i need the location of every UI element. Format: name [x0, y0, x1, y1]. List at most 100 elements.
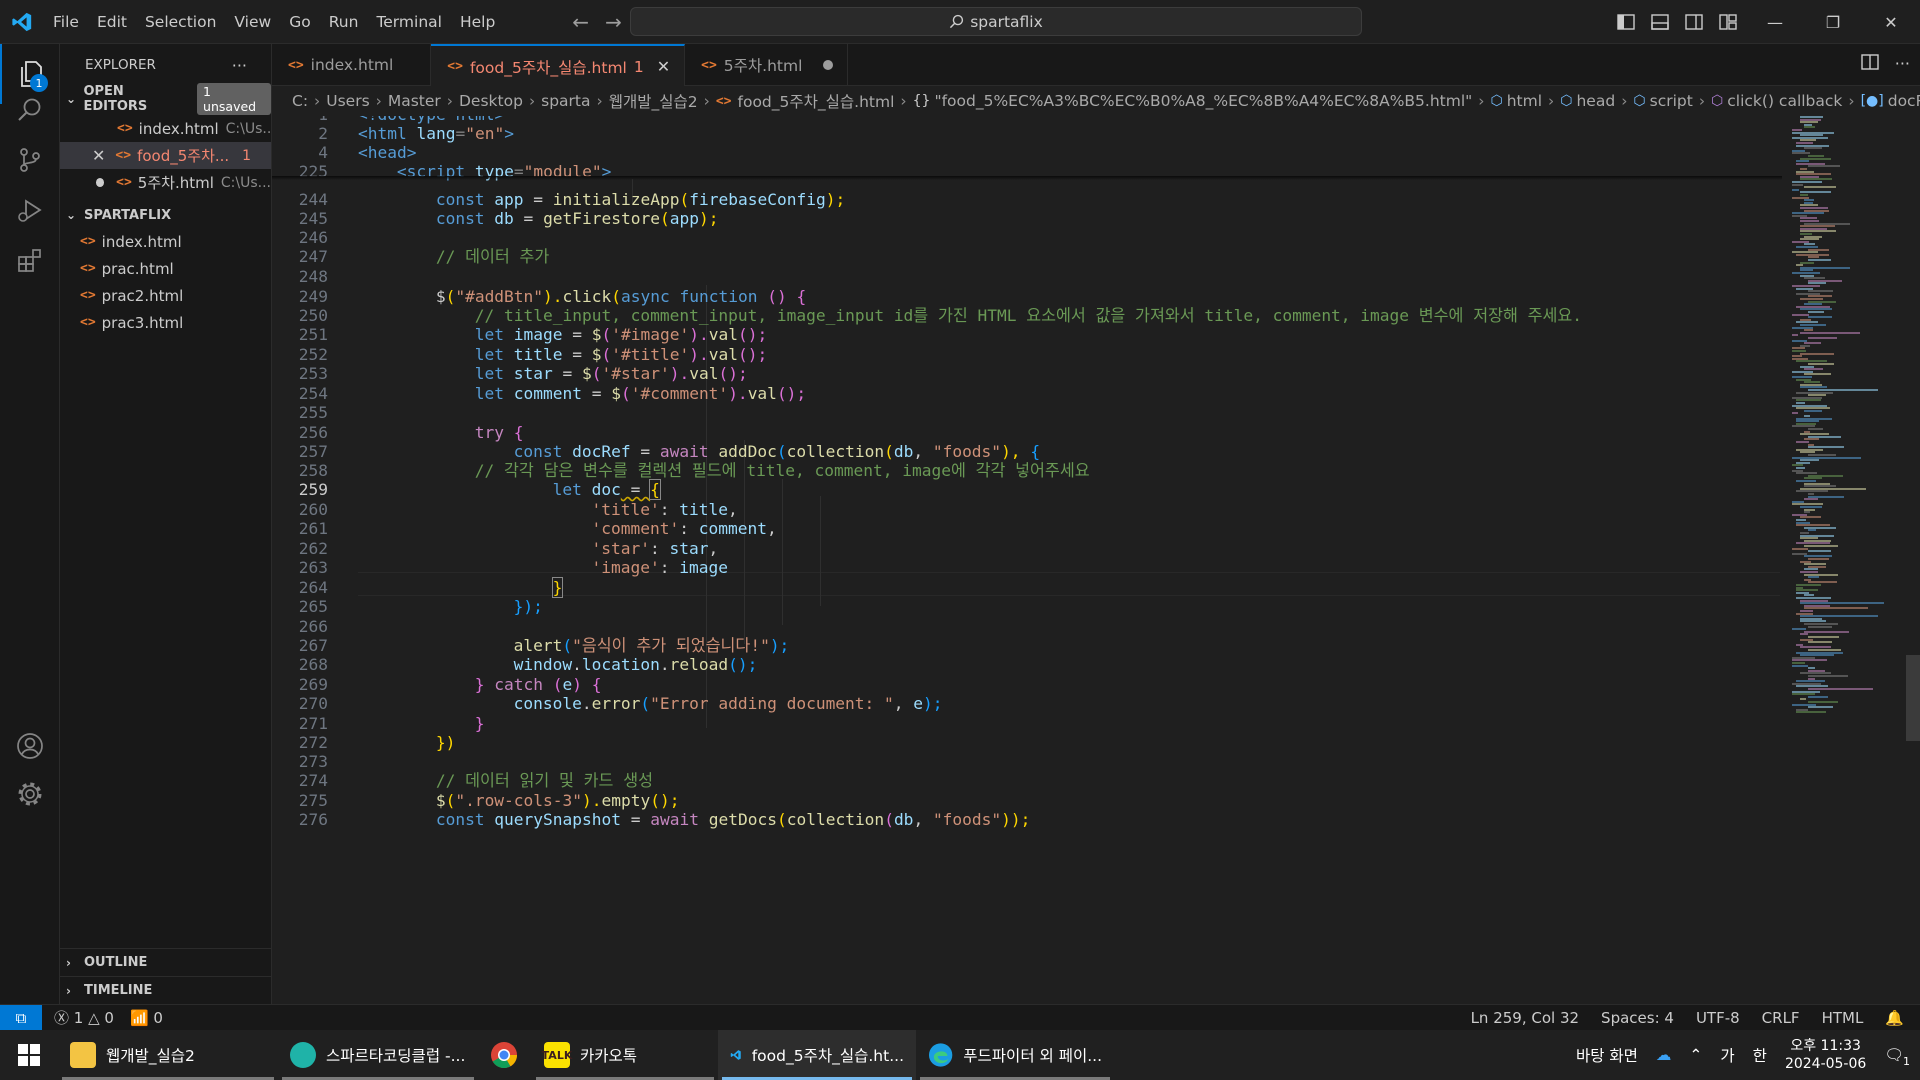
problems-status[interactable]: Ⓧ 1 △ 0: [54, 1007, 114, 1028]
ime-mode[interactable]: 가: [1720, 1044, 1734, 1066]
crumb-sparta[interactable]: sparta: [541, 92, 590, 110]
outline-header[interactable]: › OUTLINE: [60, 948, 272, 976]
crumb-callback[interactable]: click() callback: [1727, 92, 1842, 110]
code-line[interactable]: 225 <script type="module">: [272, 160, 1792, 184]
crumb-file[interactable]: food_5주차_실습.html: [738, 90, 895, 112]
extensions-icon[interactable]: [0, 230, 60, 290]
file-item[interactable]: <> prac.html: [60, 255, 271, 282]
open-editor-name: 5주차.html: [137, 174, 214, 192]
customize-layout-icon[interactable]: [1717, 11, 1739, 33]
tab-food-5[interactable]: <> food_5주차_실습.html 1 ✕: [431, 44, 686, 87]
minimap-line: [1804, 409, 1822, 412]
folder-header[interactable]: ⌄ SPARTAFLIX: [60, 202, 271, 228]
menu-go[interactable]: Go: [280, 0, 320, 44]
command-center-search[interactable]: spartaflix: [630, 7, 1362, 36]
menu-selection[interactable]: Selection: [136, 0, 225, 44]
open-editor-item-active[interactable]: ✕ <> food_5주차... 1: [60, 142, 271, 169]
system-tray: 바탕 화면 ☁ ⌃ 가 한 오후 11:33 2024-05-06 🗨 1: [1576, 1030, 1920, 1080]
indentation[interactable]: Spaces: 4: [1601, 1009, 1674, 1027]
code-editor[interactable]: 2462482552662731<!doctype html>2<html la…: [272, 116, 1920, 1004]
taskbar-folder[interactable]: 웹개발_실습2: [58, 1030, 278, 1080]
windows-start-icon[interactable]: [0, 1030, 58, 1080]
code-token: );: [699, 209, 719, 228]
notification-center-icon[interactable]: 🗨 1: [1884, 1046, 1910, 1068]
taskbar-kakaotalk[interactable]: TALK 카카오톡: [532, 1030, 718, 1080]
menu-view[interactable]: View: [225, 0, 280, 44]
minimap-line: [1800, 331, 1860, 334]
line-number: 272: [298, 733, 328, 752]
end-of-line[interactable]: CRLF: [1762, 1009, 1800, 1027]
cursor-position[interactable]: Ln 259, Col 32: [1471, 1009, 1579, 1027]
file-item[interactable]: <> index.html: [60, 228, 271, 255]
unsaved-dot-icon[interactable]: [96, 178, 105, 187]
taskbar-vscode[interactable]: food_5주차_실습.ht...: [718, 1030, 916, 1080]
forward-arrow-icon[interactable]: →: [605, 10, 622, 34]
scrollbar-thumb[interactable]: [1906, 655, 1920, 741]
kakaotalk-icon: TALK: [542, 1042, 572, 1068]
crumb-docref[interactable]: docRef: [1888, 92, 1920, 110]
open-editors-header[interactable]: ⌄ OPEN EDITORS 1 unsaved: [60, 83, 271, 115]
more-actions-icon[interactable]: ···: [1895, 54, 1910, 74]
crumb-document[interactable]: "food_5%EC%A3%BC%EC%B0%A8_%EC%8B%A4%EC%8…: [934, 92, 1472, 110]
code-line[interactable]: 265});: [272, 595, 1792, 619]
menu-terminal[interactable]: Terminal: [367, 0, 451, 44]
crumb-master[interactable]: Master: [388, 92, 441, 110]
split-editor-icon[interactable]: [1861, 54, 1879, 74]
unsaved-dot-icon[interactable]: [823, 60, 834, 70]
chevron-up-icon[interactable]: ⌃: [1689, 1046, 1702, 1064]
file-item[interactable]: <> prac3.html: [60, 309, 271, 336]
variable-icon: [●]: [1860, 93, 1884, 109]
crumb-html[interactable]: html: [1507, 92, 1542, 110]
open-editor-item[interactable]: <> index.html C:\Us...: [60, 115, 271, 142]
timeline-header[interactable]: › TIMELINE: [60, 976, 272, 1004]
menu-file[interactable]: File: [44, 0, 88, 44]
tab-close-icon[interactable]: ✕: [657, 57, 670, 76]
taskbar-chrome[interactable]: [478, 1030, 532, 1080]
taskbar-browser[interactable]: 스파르타코딩클럽 -...: [278, 1030, 478, 1080]
minimap[interactable]: [1788, 116, 1908, 816]
code-token: // 데이터 추가: [435, 247, 550, 266]
file-item[interactable]: <> prac2.html: [60, 282, 271, 309]
settings-gear-icon[interactable]: [0, 764, 60, 824]
ports-status[interactable]: 📶 0: [130, 1009, 163, 1027]
toggle-panel-icon[interactable]: [1649, 11, 1671, 33]
desktop-toolbar[interactable]: 바탕 화면: [1576, 1044, 1638, 1066]
clock[interactable]: 오후 11:33 2024-05-06: [1785, 1037, 1866, 1073]
toggle-secondary-sidebar-icon[interactable]: [1683, 11, 1705, 33]
code-line[interactable]: 272}): [272, 731, 1792, 755]
code-line[interactable]: 254 let comment = $('#comment').val();: [272, 382, 1792, 406]
code-token: ,: [913, 810, 933, 829]
menu-edit[interactable]: Edit: [88, 0, 136, 44]
onedrive-icon[interactable]: ☁: [1656, 1046, 1672, 1064]
chevron-down-icon: ⌄: [66, 92, 77, 106]
code-line[interactable]: 276 const querySnapshot = await getDocs(c…: [272, 808, 1792, 832]
code-token: 'comment': [591, 519, 680, 538]
code-line[interactable]: 245 const db = getFirestore(app);: [272, 207, 1792, 231]
taskbar-edge[interactable]: 푸드파이터 외 페이...: [916, 1030, 1114, 1080]
crumb-folder[interactable]: 웹개발_실습2: [609, 90, 698, 112]
crumb-drive[interactable]: C:: [292, 92, 308, 110]
encoding[interactable]: UTF-8: [1696, 1009, 1740, 1027]
back-arrow-icon[interactable]: ←: [572, 10, 589, 34]
crumb-desktop[interactable]: Desktop: [459, 92, 523, 110]
explorer-more-icon[interactable]: ···: [232, 56, 247, 75]
crumb-script[interactable]: script: [1650, 92, 1693, 110]
restore-icon[interactable]: ❐: [1804, 0, 1862, 44]
ime-hangul[interactable]: 한: [1753, 1044, 1767, 1066]
close-icon[interactable]: ✕: [92, 146, 105, 165]
open-editor-item[interactable]: <> 5주차.html C:\Us...: [60, 169, 271, 196]
crumb-head[interactable]: head: [1576, 92, 1615, 110]
menu-help[interactable]: Help: [451, 0, 504, 44]
minimize-icon[interactable]: —: [1746, 0, 1804, 44]
menu-run[interactable]: Run: [320, 0, 368, 44]
language-mode[interactable]: HTML: [1822, 1009, 1864, 1027]
tab-5-html[interactable]: <> 5주차.html: [685, 44, 849, 86]
notifications-bell-icon[interactable]: 🔔: [1885, 1009, 1904, 1027]
remote-icon[interactable]: ⧉: [0, 1004, 42, 1031]
tab-index-html[interactable]: <> index.html: [272, 44, 432, 86]
crumb-users[interactable]: Users: [326, 92, 369, 110]
toggle-primary-sidebar-icon[interactable]: [1615, 11, 1637, 33]
code-line[interactable]: 247 // 데이터 추가: [272, 245, 1792, 269]
html-file-icon: <>: [80, 315, 96, 330]
close-window-icon[interactable]: ✕: [1862, 0, 1920, 44]
